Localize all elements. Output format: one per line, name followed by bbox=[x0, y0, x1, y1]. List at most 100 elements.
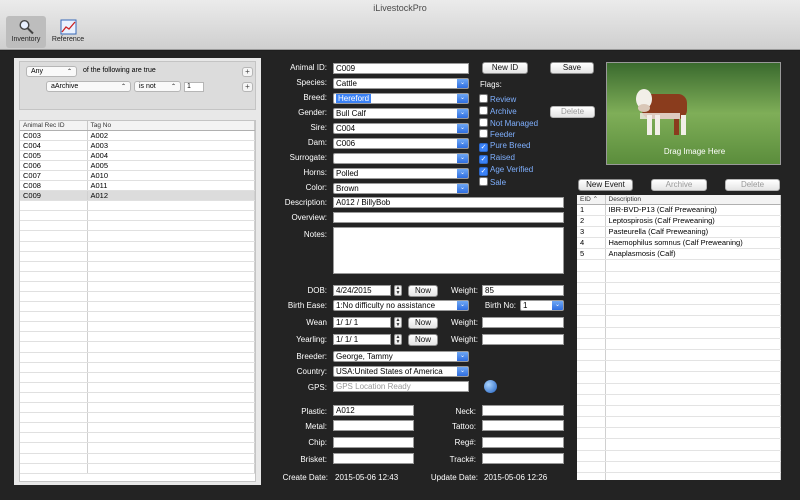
flag-pure-breed-checkbox[interactable]: ✓ Pure Breed bbox=[479, 141, 530, 153]
birth-ease-select[interactable]: 1:No difficulty no assistance ⌄ bbox=[333, 300, 469, 311]
column-header-eid[interactable]: EID ⌃ bbox=[577, 195, 606, 205]
save-button[interactable]: Save bbox=[550, 62, 594, 74]
column-header-description[interactable]: Description bbox=[605, 195, 781, 205]
flag-sale-checkbox[interactable]: Sale bbox=[479, 176, 506, 187]
dob-field[interactable]: 4/24/2015 bbox=[333, 285, 391, 296]
table-row[interactable] bbox=[20, 432, 255, 444]
yearling-field[interactable]: 1/ 1/ 1 bbox=[333, 334, 391, 345]
breed-select[interactable]: Hereford ⌄ bbox=[333, 93, 469, 104]
species-select[interactable]: Cattle ⌄ bbox=[333, 78, 469, 89]
filter-add-button[interactable]: + bbox=[242, 67, 253, 77]
flag-not-managed-checkbox[interactable]: Not Managed bbox=[479, 117, 538, 128]
track-field[interactable] bbox=[482, 453, 564, 464]
table-row[interactable] bbox=[577, 349, 781, 362]
table-row[interactable]: 1 IBR-BVD-P13 (Calf Preweaning) bbox=[577, 204, 781, 216]
breeder-select[interactable]: George, Tammy ⌄ bbox=[333, 351, 469, 362]
flag-archive-checkbox[interactable]: Archive bbox=[479, 105, 517, 116]
animal-id-field[interactable]: C009 bbox=[333, 63, 469, 74]
plastic-field[interactable]: A012 bbox=[333, 405, 414, 416]
table-row[interactable] bbox=[20, 301, 255, 313]
birth-no-select[interactable]: 1 ⌄ bbox=[520, 300, 564, 311]
table-row[interactable] bbox=[20, 412, 255, 424]
dam-select[interactable]: C006 ⌄ bbox=[333, 138, 469, 149]
now3-button[interactable]: Now bbox=[408, 334, 438, 346]
overview-field[interactable] bbox=[482, 317, 564, 328]
table-row[interactable] bbox=[577, 360, 781, 373]
table-row[interactable] bbox=[20, 230, 255, 242]
table-row[interactable] bbox=[577, 394, 781, 406]
table-row[interactable] bbox=[20, 341, 255, 353]
archive-event-button[interactable]: Archive bbox=[651, 179, 707, 191]
table-row[interactable] bbox=[20, 200, 255, 212]
chip-field[interactable] bbox=[333, 437, 414, 448]
table-row[interactable] bbox=[577, 315, 781, 328]
column-header-rec-id[interactable]: Animal Rec ID bbox=[20, 121, 88, 131]
animal-photo-dropzone[interactable]: Drag Image Here bbox=[606, 62, 781, 165]
table-row[interactable] bbox=[577, 271, 781, 283]
table-row[interactable] bbox=[20, 220, 255, 232]
table-row[interactable] bbox=[20, 331, 255, 343]
table-row[interactable]: C005 A004 bbox=[20, 150, 255, 161]
description-field[interactable]: A012 / BillyBob bbox=[333, 197, 564, 208]
flag-feeder-checkbox[interactable]: Feeder bbox=[479, 129, 515, 139]
country-select[interactable]: USA:United States of America ⌄ bbox=[333, 366, 469, 377]
table-row[interactable] bbox=[20, 210, 255, 222]
delete-event-button[interactable]: Delete bbox=[725, 179, 780, 191]
overview-field[interactable] bbox=[333, 212, 564, 223]
table-row[interactable] bbox=[20, 382, 255, 393]
table-row[interactable] bbox=[20, 362, 255, 373]
table-row[interactable] bbox=[20, 392, 255, 404]
table-row[interactable] bbox=[20, 281, 255, 293]
dob-weight-field[interactable]: 85 bbox=[482, 285, 564, 296]
tattoo-field[interactable] bbox=[482, 420, 564, 431]
table-row[interactable] bbox=[577, 371, 781, 384]
now2-button[interactable]: Now bbox=[408, 317, 438, 329]
table-row[interactable] bbox=[577, 293, 781, 306]
sire-select[interactable]: C004 ⌄ bbox=[333, 123, 469, 134]
table-row[interactable] bbox=[577, 416, 781, 429]
color-select[interactable]: Brown ⌄ bbox=[333, 183, 469, 194]
table-row[interactable] bbox=[577, 427, 781, 440]
table-row[interactable] bbox=[577, 327, 781, 339]
dob-stepper[interactable]: ▲ ▼ bbox=[394, 285, 402, 296]
table-row[interactable]: C004 A003 bbox=[20, 140, 255, 151]
new-id-button[interactable]: New ID bbox=[482, 62, 528, 74]
column-header-tag-no[interactable]: Tag No bbox=[87, 121, 255, 131]
table-row[interactable]: C003 A002 bbox=[20, 130, 255, 141]
table-row[interactable] bbox=[20, 321, 255, 333]
table-row[interactable] bbox=[20, 271, 255, 282]
brisket-field[interactable] bbox=[333, 453, 414, 464]
table-row[interactable] bbox=[577, 282, 781, 295]
wean-field[interactable]: 1/ 1/ 1 bbox=[333, 317, 391, 328]
table-row[interactable] bbox=[20, 352, 255, 363]
neck-field[interactable] bbox=[482, 405, 564, 416]
table-row[interactable] bbox=[577, 259, 781, 272]
now1-button[interactable]: Now bbox=[408, 285, 438, 297]
table-row[interactable] bbox=[20, 311, 255, 323]
table-row[interactable] bbox=[20, 422, 255, 434]
table-row[interactable] bbox=[577, 472, 781, 480]
table-row[interactable] bbox=[577, 383, 781, 395]
filter-operator-select[interactable]: is not ⌃ bbox=[134, 81, 181, 92]
table-row[interactable] bbox=[20, 291, 255, 303]
horns-select[interactable]: Polled ⌄ bbox=[333, 168, 469, 179]
table-row[interactable] bbox=[20, 442, 255, 454]
table-row[interactable] bbox=[577, 438, 781, 451]
surrogate-select[interactable]: ⌄ bbox=[333, 153, 469, 164]
table-row[interactable]: 5 Anaplasmosis (Calf) bbox=[577, 248, 781, 261]
table-row[interactable]: C008 A011 bbox=[20, 180, 255, 192]
table-row[interactable] bbox=[20, 241, 255, 252]
globe-icon[interactable] bbox=[484, 380, 497, 393]
table-row[interactable]: 4 Haemophilus somnus (Calf Preweaning) bbox=[577, 237, 781, 250]
toolbar-reference-button[interactable]: Reference bbox=[48, 16, 88, 48]
table-row[interactable]: 2 Leptospirosis (Calf Preweaning) bbox=[577, 215, 781, 227]
table-row[interactable] bbox=[577, 450, 781, 462]
table-row[interactable] bbox=[20, 463, 255, 474]
filter-field-select[interactable]: aArchive ⌃ bbox=[46, 81, 131, 92]
flag-raised-checkbox[interactable]: ✓ Raised bbox=[479, 153, 515, 164]
table-row[interactable]: C007 A010 bbox=[20, 170, 255, 181]
table-row[interactable]: 3 Pasteurella (Calf Preweaning) bbox=[577, 226, 781, 239]
delete-animal-button[interactable]: Delete bbox=[550, 106, 595, 118]
table-row[interactable] bbox=[577, 304, 781, 317]
table-row[interactable] bbox=[20, 453, 255, 464]
